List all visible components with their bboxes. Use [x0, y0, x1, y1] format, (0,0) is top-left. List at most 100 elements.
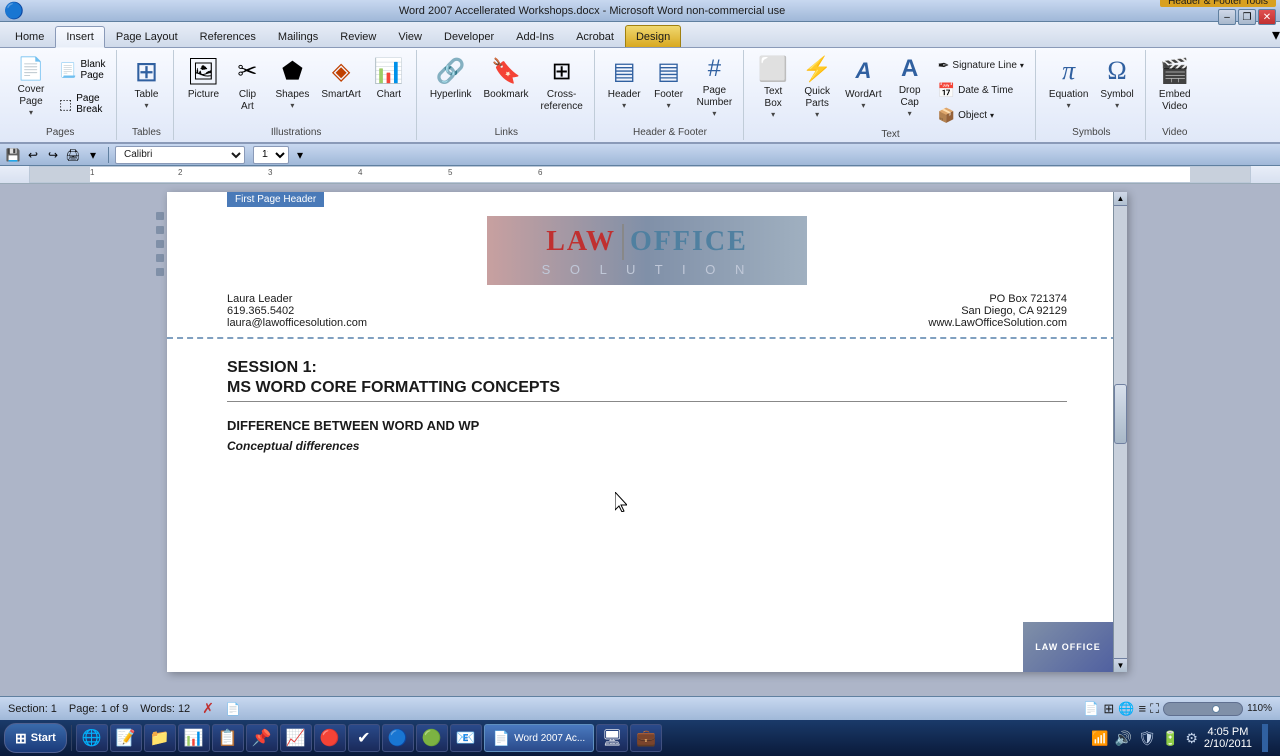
- scrollbar-thumb[interactable]: [1114, 384, 1127, 444]
- equation-button[interactable]: π Equation ▾: [1044, 52, 1093, 120]
- scrollbar-up-button[interactable]: ▲: [1114, 192, 1127, 206]
- tray-sound-icon[interactable]: 🔊: [1115, 730, 1132, 747]
- qa-extra-button[interactable]: ▾: [84, 146, 102, 164]
- qa-redo-button[interactable]: ↪: [44, 146, 62, 164]
- tab-home[interactable]: Home: [4, 25, 55, 47]
- taskbar-explorer-button[interactable]: 📁: [144, 724, 176, 752]
- view-layout-icon[interactable]: ⊞: [1103, 701, 1114, 717]
- date-time-button[interactable]: 📅 Date & Time: [933, 79, 1029, 102]
- taskbar-app7-button[interactable]: 📈: [280, 724, 312, 752]
- cover-page-button[interactable]: 📄 CoverPage ▾: [10, 52, 52, 120]
- blank-page-label: BlankPage: [80, 59, 105, 81]
- close-button[interactable]: ✕: [1258, 9, 1276, 25]
- tray-network-icon[interactable]: 📶: [1091, 730, 1108, 747]
- footer-button[interactable]: ▤ Footer ▾: [648, 52, 690, 120]
- page-number-button[interactable]: # PageNumber ▾: [692, 52, 738, 120]
- sidebar-mark-4[interactable]: [156, 254, 164, 262]
- hyperlink-button[interactable]: 🔗 Hyperlink: [425, 52, 477, 120]
- taskbar-app5-button[interactable]: 📋: [212, 724, 244, 752]
- tab-review[interactable]: Review: [329, 25, 387, 47]
- restore-button[interactable]: ❐: [1238, 9, 1256, 25]
- tab-references[interactable]: References: [189, 25, 267, 47]
- taskbar-word-button2[interactable]: 📝: [110, 724, 142, 752]
- object-button[interactable]: 📦 Object ▾: [933, 104, 1029, 127]
- quick-parts-label: QuickParts: [804, 86, 830, 110]
- shapes-button[interactable]: ⬟ Shapes ▾: [270, 52, 314, 120]
- qa-save-button[interactable]: 💾: [4, 146, 22, 164]
- taskbar-app11-button[interactable]: 🟢: [416, 724, 448, 752]
- qa-print-button[interactable]: 🖨: [64, 146, 82, 164]
- drop-cap-arrow: ▾: [908, 109, 912, 118]
- quick-parts-icon: ⚡: [801, 55, 833, 84]
- tray-show-desktop[interactable]: [1262, 724, 1268, 752]
- logo-law-text: LAW: [546, 226, 616, 258]
- taskbar-excel-button[interactable]: 📊: [178, 724, 210, 752]
- taskbar-app6-button[interactable]: 📌: [246, 724, 278, 752]
- sidebar-mark-3[interactable]: [156, 240, 164, 248]
- vertical-scrollbar[interactable]: ▲ ▼: [1113, 192, 1127, 672]
- taskbar-app12-button[interactable]: 📧: [450, 724, 482, 752]
- symbol-button[interactable]: Ω Symbol ▾: [1095, 52, 1138, 120]
- tab-view[interactable]: View: [387, 25, 433, 47]
- page-break-button[interactable]: ⬚ PageBreak: [54, 88, 110, 120]
- taskbar-app9-button[interactable]: ✔: [348, 724, 380, 752]
- tab-acrobat[interactable]: Acrobat: [565, 25, 625, 47]
- sidebar-mark-2[interactable]: [156, 226, 164, 234]
- minimize-button[interactable]: –: [1218, 9, 1236, 25]
- ribbon-collapse-button[interactable]: ▾: [1272, 25, 1280, 47]
- tab-design[interactable]: Design: [625, 25, 681, 47]
- pages-buttons: 📄 CoverPage ▾ 📃 BlankPage ⬚ PageBreak: [10, 52, 110, 125]
- taskbar-app10-button[interactable]: 🔵: [382, 724, 414, 752]
- view-outline-icon[interactable]: ≡: [1138, 701, 1146, 716]
- cross-reference-button[interactable]: ⊞ Cross-reference: [536, 52, 588, 120]
- video-buttons: 🎬 EmbedVideo: [1154, 52, 1196, 125]
- start-button[interactable]: ⊞ Start: [4, 723, 67, 753]
- quick-parts-button[interactable]: ⚡ QuickParts ▾: [796, 52, 838, 120]
- header-button[interactable]: ▤ Header ▾: [603, 52, 646, 120]
- taskbar-ie-button[interactable]: 🌐: [76, 724, 108, 752]
- signature-line-button[interactable]: ✒ Signature Line ▾: [933, 54, 1029, 77]
- embed-video-button[interactable]: 🎬 EmbedVideo: [1154, 52, 1196, 120]
- taskbar-app8-button[interactable]: 🔴: [314, 724, 346, 752]
- clip-art-button[interactable]: ✂ ClipArt: [226, 52, 268, 120]
- view-full-icon[interactable]: ⛶: [1150, 701, 1159, 717]
- bookmark-button[interactable]: 🔖 Bookmark: [479, 52, 534, 120]
- qa-format-button[interactable]: ▾: [291, 146, 309, 164]
- tray-misc-icon[interactable]: ⚙: [1185, 730, 1198, 747]
- picture-button[interactable]: 🖼 Picture: [182, 52, 224, 120]
- picture-label: Picture: [188, 89, 219, 101]
- tab-page-layout[interactable]: Page Layout: [105, 25, 189, 47]
- tray-battery-icon[interactable]: 🔋: [1162, 730, 1179, 747]
- view-normal-icon[interactable]: 📄: [1083, 701, 1099, 717]
- tray-security-icon[interactable]: 🛡: [1138, 730, 1156, 747]
- sidebar-mark-1[interactable]: [156, 212, 164, 220]
- tab-insert[interactable]: Insert: [55, 26, 105, 48]
- blank-page-button[interactable]: 📃 BlankPage: [54, 54, 110, 86]
- view-web-icon[interactable]: 🌐: [1118, 701, 1134, 717]
- drop-cap-button[interactable]: A DropCap ▾: [889, 52, 931, 120]
- font-selector[interactable]: Calibri: [115, 146, 245, 164]
- text-box-button[interactable]: ⬜ TextBox ▾: [752, 52, 794, 120]
- header-contact: Laura Leader 619.365.5402 laura@lawoffic…: [227, 293, 1067, 329]
- illustrations-buttons: 🖼 Picture ✂ ClipArt ⬟ Shapes ▾ ◈ SmartAr…: [182, 52, 409, 125]
- window-controls[interactable]: – ❐ ✕: [1218, 9, 1276, 25]
- taskbar-separator-1: [71, 725, 72, 751]
- taskbar-app15-button[interactable]: 💼: [630, 724, 662, 752]
- tab-mailings[interactable]: Mailings: [267, 25, 329, 47]
- tab-developer[interactable]: Developer: [433, 25, 505, 47]
- text-buttons: ⬜ TextBox ▾ ⚡ QuickParts ▾ A WordArt ▾ A…: [752, 52, 1029, 127]
- qa-undo-button[interactable]: ↩: [24, 146, 42, 164]
- wordart-button[interactable]: A WordArt ▾: [840, 52, 887, 120]
- scrollbar-down-button[interactable]: ▼: [1114, 658, 1127, 672]
- sidebar-mark-5[interactable]: [156, 268, 164, 276]
- logo-divider: [622, 224, 624, 260]
- chart-button[interactable]: 📊 Chart: [368, 52, 410, 120]
- zoom-slider[interactable]: [1163, 702, 1243, 716]
- taskbar-word-active-button[interactable]: 📄 Word 2007 Ac...: [484, 724, 594, 752]
- taskbar-app14-button[interactable]: 🖥: [596, 724, 628, 752]
- smartart-button[interactable]: ◈ SmartArt: [316, 52, 365, 120]
- font-size-selector[interactable]: 11: [253, 146, 289, 164]
- table-button[interactable]: ⊞ Table ▾: [125, 52, 167, 120]
- tab-add-ins[interactable]: Add-Ins: [505, 25, 565, 47]
- ribbon-content: 📄 CoverPage ▾ 📃 BlankPage ⬚ PageBreak Pa…: [0, 48, 1280, 144]
